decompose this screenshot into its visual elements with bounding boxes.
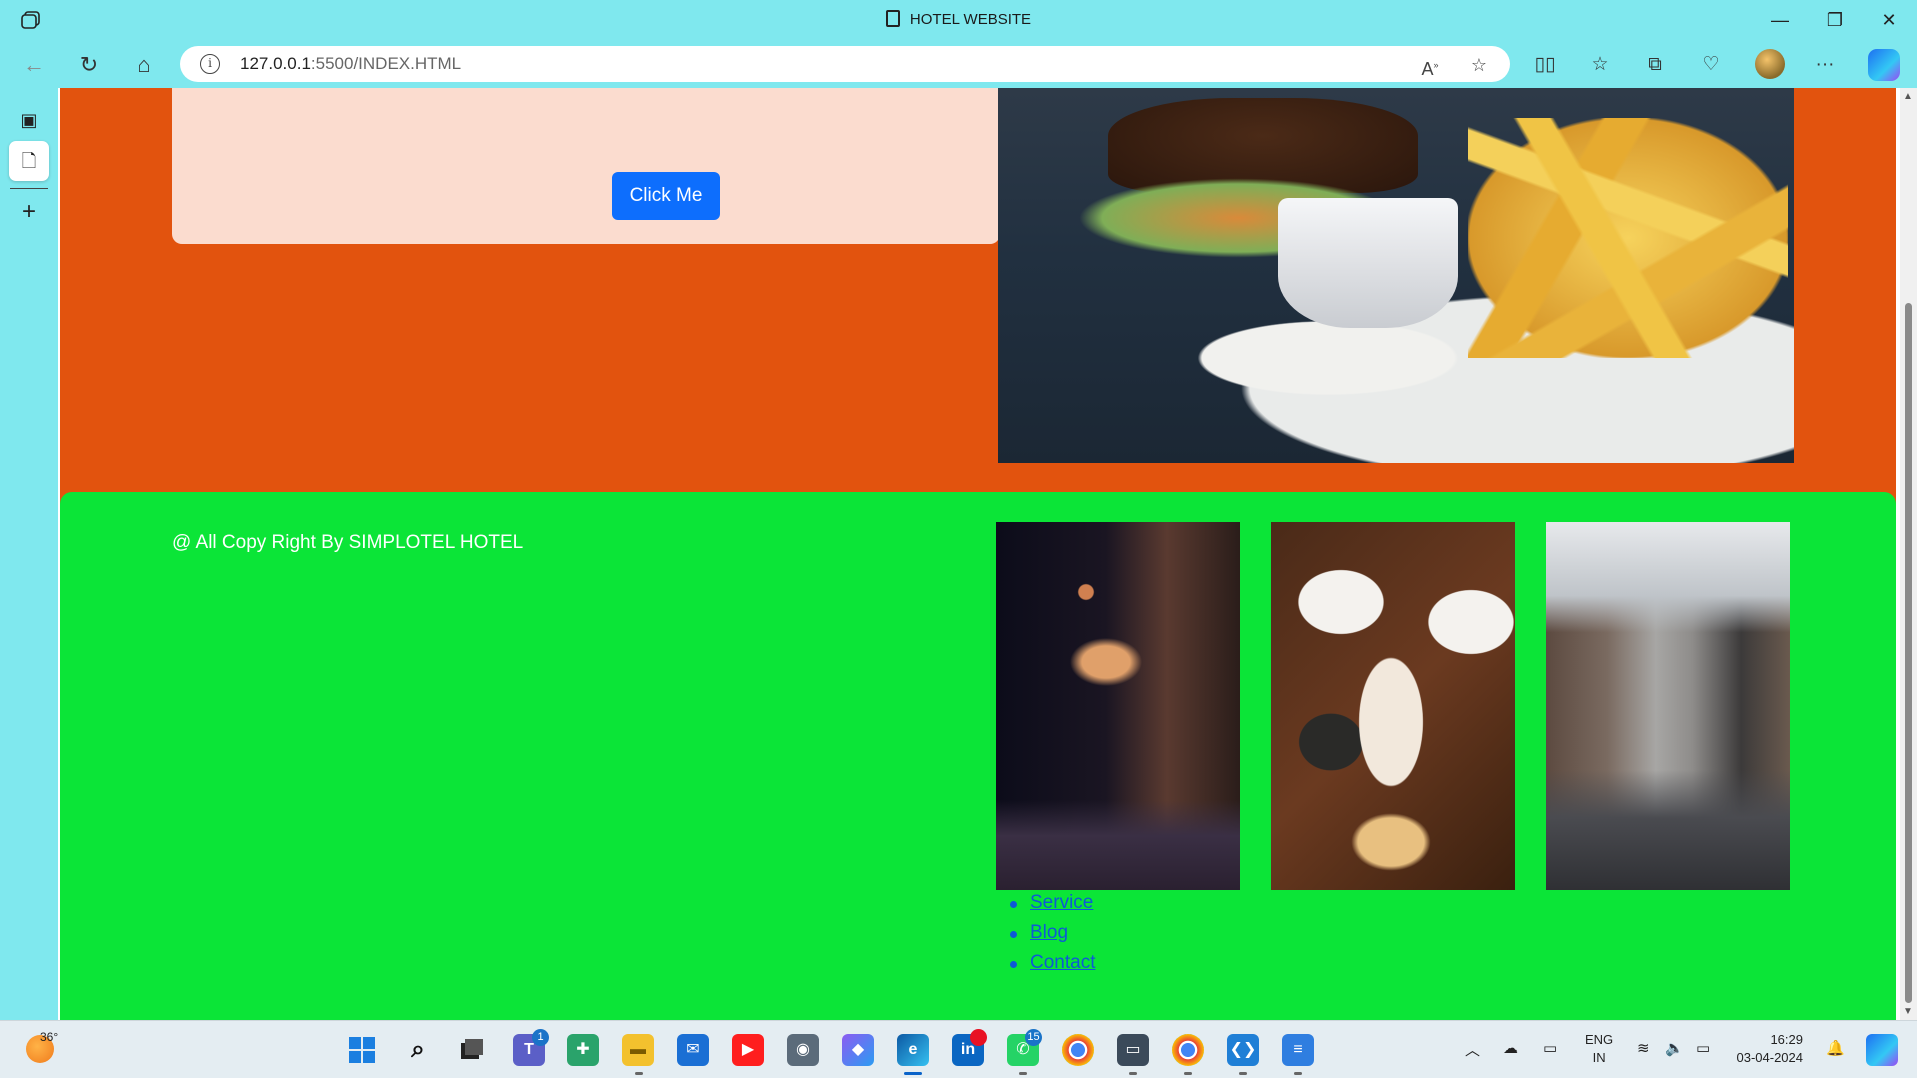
chrome-icon[interactable] [1062,1034,1094,1066]
running-indicator [1129,1072,1137,1075]
url-path: :5500/INDEX.HTML [310,54,462,73]
page-viewport: Click Me @ All Copy Right By SIMPLOTEL H… [58,88,1900,1020]
page-icon [885,10,900,27]
window-title: HOTEL WEBSITE [0,10,1917,28]
search-icon[interactable]: ⌕ [402,1034,434,1066]
click-me-button[interactable]: Click Me [612,172,720,220]
running-indicator [1019,1072,1027,1075]
file-explorer-icon[interactable]: ▬ [622,1034,654,1066]
more-options-icon[interactable]: ··· [1810,50,1840,80]
clock-date: 03-04-2024 [1736,1050,1804,1065]
clock-time: 16:29 [1770,1032,1803,1047]
fries-shape [1468,118,1788,358]
favorites-icon[interactable]: ☆ [1585,50,1615,80]
title-bar: HOTEL WEBSITE — ❐ ✕ [0,0,1917,40]
language-indicator[interactable]: ENG IN [1585,1031,1613,1067]
seafood-dishes-image [1271,522,1515,890]
wifi-icon[interactable]: ≋ [1637,1039,1650,1057]
edge-browser-icon[interactable]: e [897,1034,929,1066]
cafe-alley-image [1546,522,1790,890]
close-button[interactable]: ✕ [1866,6,1912,34]
running-indicator [635,1072,643,1075]
windows-taskbar: 36° ⌕ T 1 ✚ ▬ ✉ ▶ ◉ ◆ e in ✆ 15 ▭ ❮❯ ≡ ︿… [0,1020,1917,1078]
sauce-cup-shape [1278,198,1458,328]
url-text[interactable]: 127.0.0.1:5500/INDEX.HTML [240,54,461,74]
read-aloud-icon[interactable]: A» [1417,52,1443,79]
profile-avatar[interactable] [1755,49,1785,79]
footer-links: Service Blog Contact [1009,892,1095,982]
scrollbar-thumb[interactable] [1905,303,1912,1003]
footer-section: @ All Copy Right By SIMPLOTEL HOTEL Serv… [60,492,1896,1020]
vertical-tabs-sidebar: ▣ 🗋 + [0,88,58,1020]
burger-and-fries-image [998,88,1794,463]
copilot-icon[interactable] [1868,49,1900,81]
window-title-text: HOTEL WEBSITE [909,11,1032,28]
clock[interactable]: 16:29 03-04-2024 [1733,1031,1804,1067]
running-indicator [1184,1072,1192,1075]
chrome-profile-icon[interactable] [1172,1034,1204,1066]
terminal-icon[interactable]: ▭ [1117,1034,1149,1066]
language-region: IN [1592,1050,1606,1065]
tab-panel-icon[interactable]: ▣ [13,104,45,136]
split-screen-icon[interactable]: ▯▯ [1530,50,1560,80]
minimize-button[interactable]: — [1757,6,1803,34]
scroll-up-arrow-icon[interactable]: ▲ [1903,91,1913,102]
refresh-button[interactable]: ↻ [72,48,106,82]
hidden-icons-chevron-icon[interactable]: ︿ [1465,1039,1480,1060]
browser-toolbar: ← ↻ ⌂ i 127.0.0.1:5500/INDEX.HTML A» ☆ ▯… [0,40,1917,88]
running-indicator [1239,1072,1247,1075]
copilot-taskbar-pre-icon[interactable] [1866,1034,1898,1066]
new-tab-plus-icon[interactable]: + [13,196,45,228]
whatsapp-notification-badge: 15 [1025,1029,1042,1046]
vscode-icon[interactable]: ❮❯ [1227,1034,1259,1066]
hero-card: Click Me [172,88,1000,244]
notepad-icon[interactable]: ≡ [1282,1034,1314,1066]
weather-temperature[interactable]: 36° [40,1030,58,1044]
onedrive-cloud-icon[interactable]: ☁ [1503,1039,1518,1057]
scroll-down-arrow-icon[interactable]: ▼ [1903,1006,1913,1017]
task-view-icon[interactable] [455,1034,487,1066]
linkedin-notification-badge [970,1029,987,1046]
page-scrollbar[interactable]: ▲ ▼ [1900,88,1917,1020]
start-windows-icon[interactable] [346,1034,378,1066]
youtube-icon[interactable]: ▶ [732,1034,764,1066]
restore-button[interactable]: ❐ [1812,6,1858,34]
notification-bell-icon[interactable]: 🔔 [1826,1039,1845,1057]
active-tab-page-icon[interactable]: 🗋 [9,141,49,181]
footer-link-item: Contact [1009,952,1095,982]
language-code: ENG [1585,1032,1614,1047]
mail-icon[interactable]: ✉ [677,1034,709,1066]
address-bar[interactable]: i 127.0.0.1:5500/INDEX.HTML A» ☆ [180,46,1510,82]
back-button[interactable]: ← [17,48,51,82]
teams-notification-badge: 1 [532,1029,549,1046]
footer-link-item: Service [1009,892,1095,922]
service-link[interactable]: Service [1030,892,1093,913]
device-icon[interactable]: ▭ [1543,1039,1557,1057]
copyright-text: @ All Copy Right By SIMPLOTEL HOTEL [172,532,524,553]
browser-essentials-icon[interactable]: ♡ [1696,50,1726,80]
site-info-icon[interactable]: i [200,54,220,74]
footer-link-item: Blog [1009,922,1095,952]
sidebar-divider [10,188,48,189]
copilot-taskbar-icon[interactable]: ◆ [842,1034,874,1066]
url-host: 127.0.0.1 [240,54,311,73]
volume-icon[interactable]: 🔈 [1665,1039,1684,1057]
store-app-icon[interactable]: ✚ [567,1034,599,1066]
running-indicator [1294,1072,1302,1075]
favorite-star-icon[interactable]: ☆ [1466,52,1492,78]
battery-icon[interactable]: ▭ [1696,1039,1710,1057]
camera-icon[interactable]: ◉ [787,1034,819,1066]
active-app-indicator [904,1072,922,1075]
blog-link[interactable]: Blog [1030,922,1068,943]
stage-nightlife-image [996,522,1240,890]
home-button[interactable]: ⌂ [127,48,161,82]
contact-link[interactable]: Contact [1030,952,1095,973]
collections-icon[interactable]: ⧉ [1640,50,1670,80]
